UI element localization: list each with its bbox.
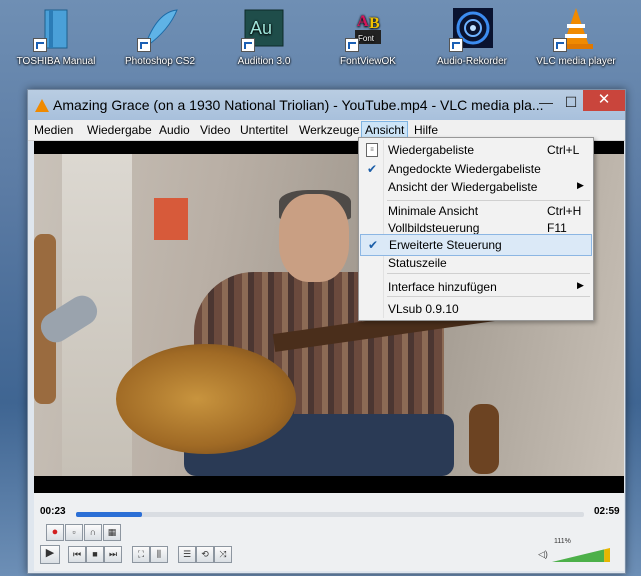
desktop-icon-audio-rekorder[interactable]: Audio-Rekorder xyxy=(422,6,522,67)
menu-audio[interactable]: Audio xyxy=(159,123,190,137)
menu-untertitel[interactable]: Untertitel xyxy=(240,123,288,137)
snapshot-button[interactable]: ▫ xyxy=(65,524,83,541)
vlc-cone-icon xyxy=(35,99,49,112)
desktop-icon-vlc[interactable]: VLC media player xyxy=(526,6,626,67)
next-button[interactable]: ⏭ xyxy=(104,546,122,563)
frame-step-button[interactable]: ▦ xyxy=(103,524,121,541)
menu-item-shortcut: Ctrl+H xyxy=(547,204,582,218)
shuffle-button[interactable]: ⤨ xyxy=(214,546,232,563)
menu-hilfe[interactable]: Hilfe xyxy=(414,123,438,137)
menu-item-label: Angedockte Wiedergabeliste xyxy=(388,162,541,176)
player-controls: 00:23 02:59 ● ▫ ∩ ▦ ▶ ⏮ ■ ⏭ ⛶ ⫼ ☰ ⟲ ⤨ 11… xyxy=(34,493,624,571)
menu-item-docked-playlist[interactable]: ✔ Angedockte Wiedergabeliste xyxy=(359,159,593,179)
menu-item-label: Erweiterte Steuerung xyxy=(389,238,502,252)
previous-button[interactable]: ⏮ xyxy=(68,546,86,563)
extended-settings-button[interactable]: ⫼ xyxy=(150,546,168,563)
stop-button[interactable]: ■ xyxy=(86,546,104,563)
shortcut-arrow-icon xyxy=(33,38,47,52)
vlc-cone-icon xyxy=(553,6,599,52)
svg-text:Font: Font xyxy=(358,34,375,43)
close-button[interactable]: ✕ xyxy=(583,90,625,111)
elapsed-time[interactable]: 00:23 xyxy=(40,506,66,517)
menu-item-label: Ansicht der Wiedergabeliste xyxy=(388,180,538,194)
desktop-icon-label: TOSHIBA Manual xyxy=(16,56,96,67)
feather-icon xyxy=(137,6,183,52)
volume-slider[interactable] xyxy=(552,548,610,562)
total-time[interactable]: 02:59 xyxy=(594,506,620,517)
shortcut-arrow-icon xyxy=(241,38,255,52)
desktop-icon-photoshop[interactable]: Photoshop CS2 xyxy=(110,6,210,67)
menu-item-label: Wiedergabeliste xyxy=(388,143,475,157)
fullscreen-button[interactable]: ⛶ xyxy=(132,546,150,563)
record-icon xyxy=(449,6,495,52)
menu-wiedergabe[interactable]: Wiedergabe xyxy=(87,123,152,137)
menu-item-vlsub[interactable]: VLsub 0.9.10 xyxy=(359,299,593,319)
playlist-button[interactable]: ☰ xyxy=(178,546,196,563)
menu-item-playlist-view[interactable]: Ansicht der Wiedergabeliste ▶ xyxy=(359,177,593,197)
loop-ab-button[interactable]: ∩ xyxy=(84,524,102,541)
menu-item-shortcut: F11 xyxy=(547,221,567,235)
menu-item-label: Vollbildsteuerung xyxy=(388,221,480,235)
menu-item-label: VLsub 0.9.10 xyxy=(388,302,459,316)
svg-text:A: A xyxy=(357,13,369,30)
desktop-icon-fontviewok[interactable]: A B Font FontViewOK xyxy=(318,6,418,67)
checkmark-icon: ✔ xyxy=(367,162,378,176)
shortcut-arrow-icon xyxy=(553,38,567,52)
desktop-icon-toshiba-manual[interactable]: TOSHIBA Manual xyxy=(6,6,106,67)
shortcut-arrow-icon xyxy=(449,38,463,52)
fontview-icon: A B Font xyxy=(345,6,391,52)
svg-text:B: B xyxy=(369,15,380,32)
au-icon: Au xyxy=(241,6,287,52)
menu-item-label: Minimale Ansicht xyxy=(388,204,479,218)
playlist-icon: ≡ xyxy=(366,143,378,157)
shortcut-arrow-icon xyxy=(345,38,359,52)
desktop-icon-label: Audio-Rekorder xyxy=(436,56,508,67)
minimize-button[interactable]: — xyxy=(533,94,559,115)
desktop-icon-label: VLC media player xyxy=(536,56,616,67)
desktop-icon-audition[interactable]: Au Audition 3.0 xyxy=(214,6,314,67)
seek-bar[interactable] xyxy=(76,512,584,517)
menu-werkzeuge[interactable]: Werkzeuge xyxy=(299,123,359,137)
book-icon xyxy=(33,6,79,52)
au-badge-text: Au xyxy=(250,18,272,38)
desktop-icon-label: FontViewOK xyxy=(340,56,396,67)
menu-video[interactable]: Video xyxy=(200,123,230,137)
desktop-icon-label: Audition 3.0 xyxy=(237,56,291,67)
checkmark-icon: ✔ xyxy=(368,238,379,252)
menu-item-label: Statuszeile xyxy=(388,256,447,270)
play-button[interactable]: ▶ xyxy=(40,545,60,564)
menu-medien[interactable]: Medien xyxy=(34,123,73,137)
title-bar[interactable]: Amazing Grace (on a 1930 National Trioli… xyxy=(28,90,625,120)
view-menu-dropdown: ≡ Wiedergabeliste Ctrl+L ✔ Angedockte Wi… xyxy=(358,137,594,321)
submenu-arrow-icon: ▶ xyxy=(577,180,584,190)
menu-item-add-interface[interactable]: Interface hinzufügen ▶ xyxy=(359,277,593,297)
volume-label: 111% xyxy=(554,538,571,545)
submenu-arrow-icon: ▶ xyxy=(577,280,584,290)
menu-item-playlist[interactable]: ≡ Wiedergabeliste Ctrl+L xyxy=(359,140,593,160)
loop-button[interactable]: ⟲ xyxy=(196,546,214,563)
shortcut-arrow-icon xyxy=(137,38,151,52)
window-title: Amazing Grace (on a 1930 National Trioli… xyxy=(53,97,544,113)
seek-progress xyxy=(76,512,143,517)
menu-item-label: Interface hinzufügen xyxy=(388,280,497,294)
desktop-icon-label: Photoshop CS2 xyxy=(124,56,196,67)
speaker-icon[interactable]: ◁) xyxy=(538,549,548,560)
menu-item-status-bar[interactable]: Statuszeile xyxy=(359,253,593,273)
record-button[interactable]: ● xyxy=(46,524,64,541)
menu-item-shortcut: Ctrl+L xyxy=(547,143,580,157)
maximize-button[interactable]: ☐ xyxy=(558,94,584,115)
